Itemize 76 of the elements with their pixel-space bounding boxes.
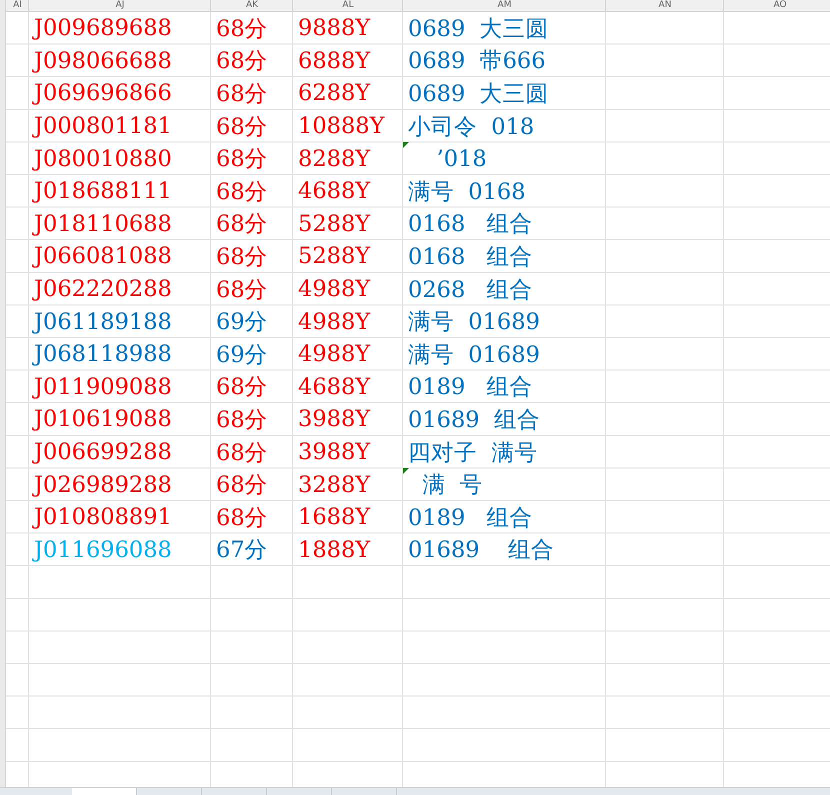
table-cell: 10888Y	[298, 113, 384, 140]
column-header[interactable]: AO	[773, 1, 787, 10]
table-cell-text: 68分	[216, 373, 268, 402]
table-cell-text: 0689 带666	[408, 47, 546, 76]
table-cell-text: 68分	[216, 178, 268, 207]
table-cell-text: 0689 大三圆	[408, 14, 549, 44]
table-cell: 5288Y	[298, 210, 370, 237]
table-cell: J066081088	[34, 243, 172, 270]
table-cell: J006699288	[34, 439, 172, 466]
table-cell: 6288Y	[298, 80, 370, 106]
table-cell: 9888Y	[298, 15, 370, 42]
table-cell-text: 01689 组合	[408, 406, 540, 435]
table-cell-text: 69分	[216, 340, 268, 370]
table-cell-text: 68分	[216, 438, 268, 468]
table-cell: 4988Y	[298, 341, 370, 368]
table-cell: 1688Y	[298, 504, 370, 530]
table-cell: J061189188	[34, 308, 172, 335]
table-cell-text: ’018	[436, 146, 487, 172]
table-cell-text: 68分	[216, 80, 268, 109]
table-cell-text: 68分	[216, 14, 268, 44]
table-cell: J010808891	[34, 504, 172, 530]
table-cell-text: 68分	[216, 276, 268, 305]
table-cell-text: 0168 组合	[408, 242, 533, 272]
table-cell-text: 68分	[216, 47, 268, 76]
table-cell-text: 0189 组合	[408, 373, 533, 402]
table-cell-text: 四对子 满号	[408, 438, 538, 468]
table-cell-text: 67分	[216, 536, 268, 566]
table-cell: 4988Y	[298, 308, 370, 335]
table-cell: J098066688	[34, 48, 172, 74]
table-cell: 1888Y	[298, 536, 370, 563]
table-cell-text: 69分	[216, 308, 268, 338]
table-cell: J009689688	[34, 15, 172, 42]
table-cell-text: 0189 组合	[408, 504, 533, 533]
column-header[interactable]: AL	[342, 1, 354, 10]
table-cell: 4688Y	[298, 374, 370, 400]
table-cell-text: 68分	[216, 145, 268, 174]
table-cell: 6888Y	[298, 48, 370, 74]
table-cell: 3288Y	[298, 472, 370, 498]
table-cell-text: 满 号	[421, 471, 483, 500]
table-cell: 4688Y	[298, 178, 370, 204]
sheet-tab[interactable]	[72, 788, 137, 795]
table-cell: J068118988	[34, 341, 172, 368]
table-cell: J069696866	[34, 80, 172, 106]
table-cell: J018688111	[34, 178, 172, 204]
table-cell: J062220288	[34, 276, 172, 302]
table-cell: 3988Y	[298, 406, 370, 432]
table-cell-text: 68分	[216, 112, 268, 142]
table-cell: 3988Y	[298, 439, 370, 466]
column-header[interactable]: AM	[498, 1, 512, 10]
table-cell: J010619088	[34, 406, 172, 432]
column-header[interactable]: AN	[658, 1, 672, 10]
table-cell: 8288Y	[298, 146, 370, 172]
table-cell: J026989288	[34, 472, 172, 498]
table-cell-text: 满号 01689	[408, 308, 540, 338]
table-cell-text: 0168 组合	[408, 210, 533, 240]
table-cell-text: 满号 0168	[408, 178, 526, 207]
table-cell-text: 0268 组合	[408, 276, 533, 305]
table-cell-text: 68分	[216, 471, 268, 500]
column-header[interactable]: AJ	[116, 1, 124, 10]
table-cell-text: 68分	[216, 210, 268, 240]
table-cell: J000801181	[34, 113, 172, 140]
table-cell: J018110688	[34, 210, 172, 237]
table-cell-text: 小司令 018	[408, 112, 534, 142]
table-cell-text: 68分	[216, 406, 268, 435]
table-cell: J080010880	[34, 146, 172, 172]
table-cell: J011696088	[34, 536, 172, 563]
table-cell-text: 68分	[216, 504, 268, 533]
table-cell: J011909088	[34, 374, 172, 400]
table-cell-text: 68分	[216, 242, 268, 272]
table-cell-text: 满号 01689	[408, 340, 540, 370]
table-cell-text: 0689 大三圆	[408, 80, 549, 109]
table-cell-text: 01689 组合	[408, 536, 554, 566]
column-header[interactable]: AI	[13, 1, 22, 10]
table-cell: 4988Y	[298, 276, 370, 302]
column-header[interactable]: AK	[246, 1, 258, 10]
table-cell: 5288Y	[298, 243, 370, 270]
